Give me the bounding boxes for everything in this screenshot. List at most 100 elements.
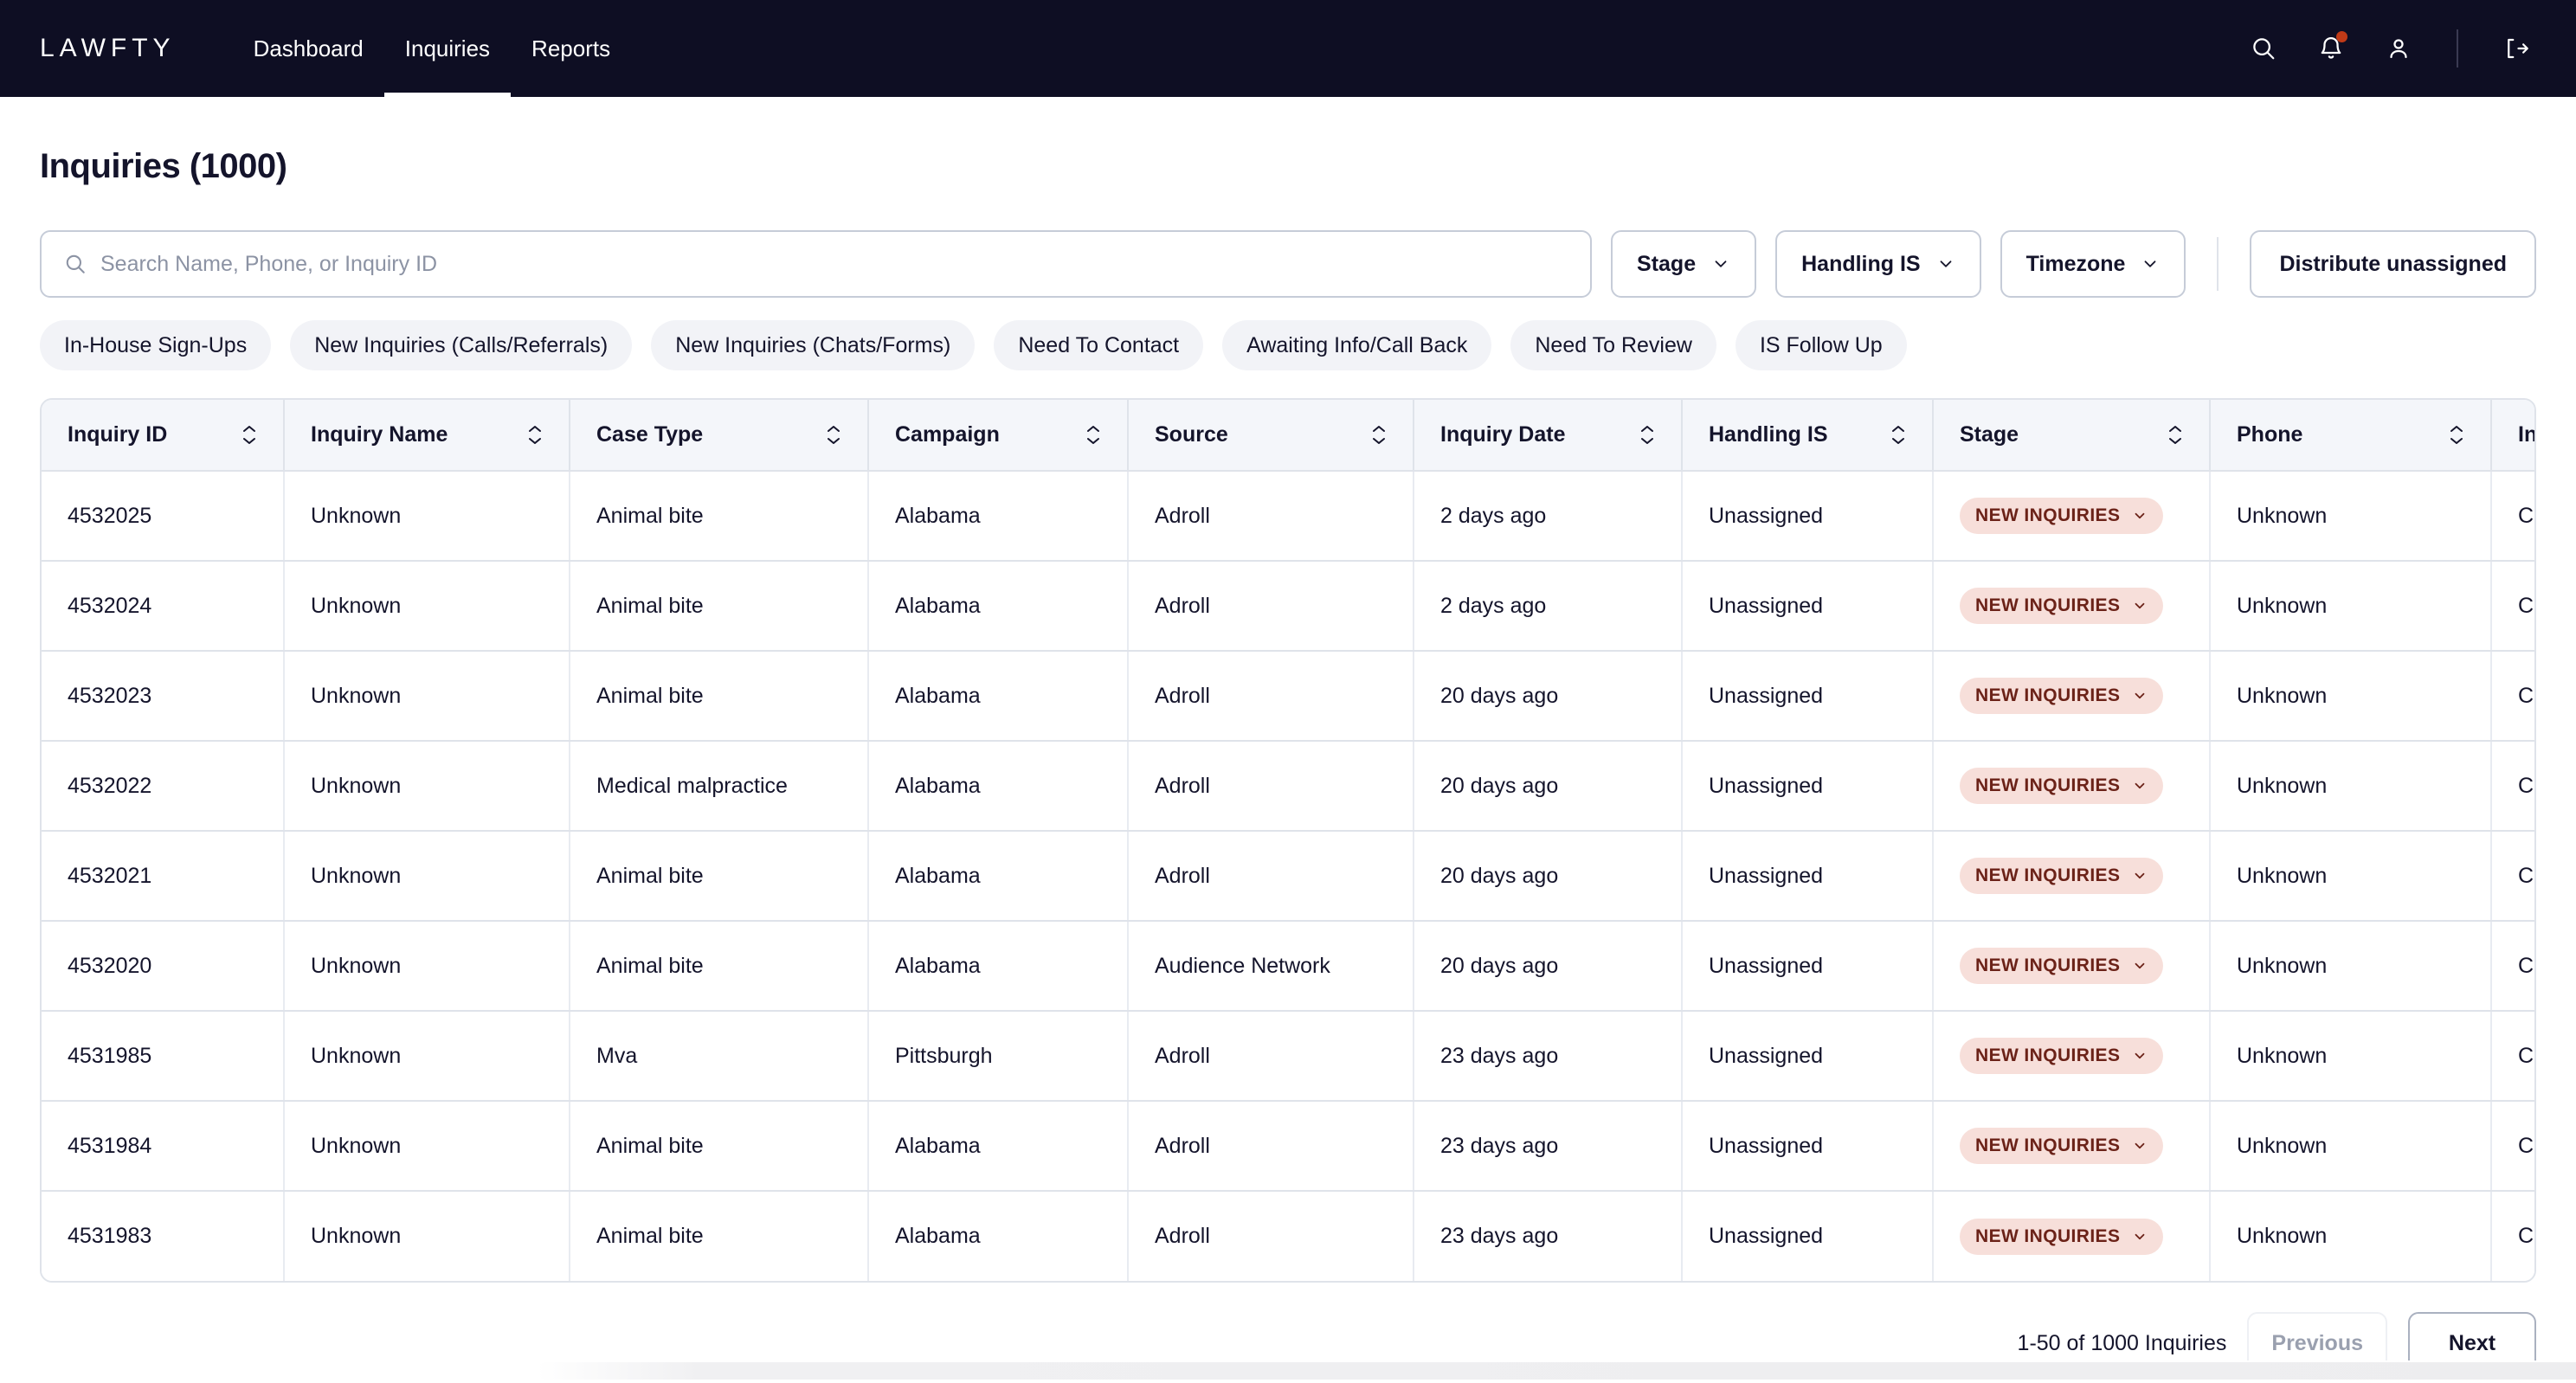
sort-icon[interactable]	[1085, 425, 1101, 445]
cell-stage: NEW INQUIRIES	[1933, 1191, 2211, 1281]
quick-filter-chips: In-House Sign-Ups New Inquiries (Calls/R…	[40, 320, 2536, 370]
cell-stage: NEW INQUIRIES	[1933, 1011, 2211, 1102]
cell-case-type: Animal bite	[570, 651, 869, 742]
chip-is-follow-up[interactable]: IS Follow Up	[1735, 320, 1907, 370]
table-row[interactable]: 4531985 Unknown Mva Pittsburgh Adroll 23…	[42, 1011, 2534, 1102]
cell-source: Adroll	[1128, 471, 1414, 562]
cell-inquiry-type: Call	[2491, 921, 2534, 1012]
cell-campaign: Alabama	[868, 921, 1129, 1012]
sort-icon[interactable]	[1639, 425, 1655, 445]
sort-icon[interactable]	[2167, 425, 2183, 445]
status-badge[interactable]: NEW INQUIRIES	[1960, 498, 2164, 534]
stage-filter-label: Stage	[1637, 251, 1697, 276]
status-badge[interactable]: NEW INQUIRIES	[1960, 588, 2164, 624]
app-logo[interactable]: LAWFTY	[40, 34, 176, 63]
sort-icon[interactable]	[1371, 425, 1387, 445]
table-row[interactable]: 4532024 Unknown Animal bite Alabama Adro…	[42, 561, 2534, 652]
table-row[interactable]: 4532022 Unknown Medical malpractice Alab…	[42, 741, 2534, 832]
logout-icon[interactable]	[2498, 30, 2534, 67]
pagination-count: 1-50 of 1000 Inquiries	[2017, 1330, 2227, 1355]
column-label: Inquiry Type	[2518, 422, 2536, 447]
status-badge[interactable]: NEW INQUIRIES	[1960, 858, 2164, 894]
table-row[interactable]: 4532023 Unknown Animal bite Alabama Adro…	[42, 651, 2534, 742]
chip-awaiting-info-call-back[interactable]: Awaiting Info/Call Back	[1222, 320, 1492, 370]
cell-handling-is: Unassigned	[1682, 561, 1934, 652]
chip-need-to-contact[interactable]: Need To Contact	[994, 320, 1204, 370]
sort-icon[interactable]	[242, 425, 257, 445]
stage-filter-dropdown[interactable]: Stage	[1611, 230, 1757, 298]
sort-icon[interactable]	[1890, 425, 1906, 445]
cell-campaign: Alabama	[868, 471, 1129, 562]
table-row[interactable]: 4531983 Unknown Animal bite Alabama Adro…	[42, 1191, 2534, 1281]
table-row[interactable]: 4532021 Unknown Animal bite Alabama Adro…	[42, 831, 2534, 922]
horizontal-scrollbar[interactable]	[0, 1360, 2576, 1383]
cell-phone: Unknown	[2210, 831, 2492, 922]
status-badge[interactable]: NEW INQUIRIES	[1960, 1038, 2164, 1074]
status-badge[interactable]: NEW INQUIRIES	[1960, 1218, 2164, 1255]
nav-item-reports[interactable]: Reports	[511, 0, 631, 97]
column-header-phone[interactable]: Phone	[2210, 400, 2492, 472]
cell-case-type: Animal bite	[570, 1101, 869, 1192]
search-input[interactable]	[100, 251, 1568, 277]
user-icon[interactable]	[2380, 30, 2417, 67]
cell-case-type: Mva	[570, 1011, 869, 1102]
timezone-filter-label: Timezone	[2025, 251, 2126, 276]
status-badge-label: NEW INQUIRIES	[1975, 1135, 2121, 1155]
cell-stage: NEW INQUIRIES	[1933, 921, 2211, 1012]
cell-campaign: Alabama	[868, 1191, 1129, 1281]
column-header-stage[interactable]: Stage	[1933, 400, 2211, 472]
status-badge[interactable]: NEW INQUIRIES	[1960, 948, 2164, 984]
column-header-inquiry-date[interactable]: Inquiry Date	[1414, 400, 1683, 472]
column-header-campaign[interactable]: Campaign	[868, 400, 1129, 472]
column-label: Inquiry Date	[1440, 422, 1566, 447]
cell-inquiry-type: Call	[2491, 561, 2534, 652]
cell-inquiry-type: Call	[2491, 1011, 2534, 1102]
distribute-unassigned-button[interactable]: Distribute unassigned	[2250, 230, 2536, 298]
cell-handling-is: Unassigned	[1682, 471, 1934, 562]
cell-inquiry-id: 4532024	[42, 561, 285, 652]
search-field-wrapper[interactable]	[40, 230, 1593, 298]
chip-new-inquiries-chats-forms[interactable]: New Inquiries (Chats/Forms)	[651, 320, 976, 370]
search-icon[interactable]	[2245, 30, 2282, 67]
cell-inquiry-id: 4532021	[42, 831, 285, 922]
column-header-handling-is[interactable]: Handling IS	[1682, 400, 1934, 472]
cell-inquiry-date: 20 days ago	[1414, 741, 1683, 832]
table-row[interactable]: 4532020 Unknown Animal bite Alabama Audi…	[42, 921, 2534, 1012]
column-label: Source	[1155, 422, 1228, 447]
cell-inquiry-date: 2 days ago	[1414, 471, 1683, 562]
table-row[interactable]: 4531984 Unknown Animal bite Alabama Adro…	[42, 1101, 2534, 1192]
cell-inquiry-id: 4532023	[42, 651, 285, 742]
chip-need-to-review[interactable]: Need To Review	[1510, 320, 1716, 370]
inquiries-table-wrapper: Inquiry ID Inquiry Name Case Type Campai…	[40, 398, 2536, 1283]
cell-inquiry-name: Unknown	[284, 561, 570, 652]
timezone-filter-dropdown[interactable]: Timezone	[2000, 230, 2186, 298]
chevron-down-icon	[2132, 778, 2148, 794]
sort-icon[interactable]	[826, 425, 841, 445]
cell-source: Adroll	[1128, 741, 1414, 832]
status-badge[interactable]: NEW INQUIRIES	[1960, 1128, 2164, 1164]
column-label: Phone	[2237, 422, 2303, 447]
chip-new-inquiries-calls-referrals[interactable]: New Inquiries (Calls/Referrals)	[290, 320, 633, 370]
column-header-inquiry-name[interactable]: Inquiry Name	[284, 400, 570, 472]
chevron-down-icon	[2132, 868, 2148, 884]
column-label: Campaign	[895, 422, 1000, 447]
status-badge[interactable]: NEW INQUIRIES	[1960, 678, 2164, 714]
column-header-inquiry-id[interactable]: Inquiry ID	[42, 400, 285, 472]
cell-campaign: Alabama	[868, 561, 1129, 652]
cell-campaign: Alabama	[868, 741, 1129, 832]
chevron-down-icon	[2132, 508, 2148, 524]
column-header-case-type[interactable]: Case Type	[570, 400, 869, 472]
column-header-inquiry-type[interactable]: Inquiry Type	[2491, 400, 2536, 472]
status-badge[interactable]: NEW INQUIRIES	[1960, 768, 2164, 804]
table-row[interactable]: 4532025 Unknown Animal bite Alabama Adro…	[42, 471, 2534, 562]
nav-item-inquiries[interactable]: Inquiries	[383, 0, 512, 97]
sort-icon[interactable]	[527, 425, 543, 445]
bell-icon[interactable]	[2313, 30, 2349, 67]
cell-inquiry-date: 2 days ago	[1414, 561, 1683, 652]
horizontal-scrollbar-thumb[interactable]	[537, 1362, 2576, 1380]
sort-icon[interactable]	[2449, 425, 2464, 445]
nav-item-dashboard[interactable]: Dashboard	[233, 0, 384, 97]
chip-in-house-sign-ups[interactable]: In-House Sign-Ups	[40, 320, 272, 370]
column-header-source[interactable]: Source	[1128, 400, 1414, 472]
handling-is-filter-dropdown[interactable]: Handling IS	[1775, 230, 1981, 298]
